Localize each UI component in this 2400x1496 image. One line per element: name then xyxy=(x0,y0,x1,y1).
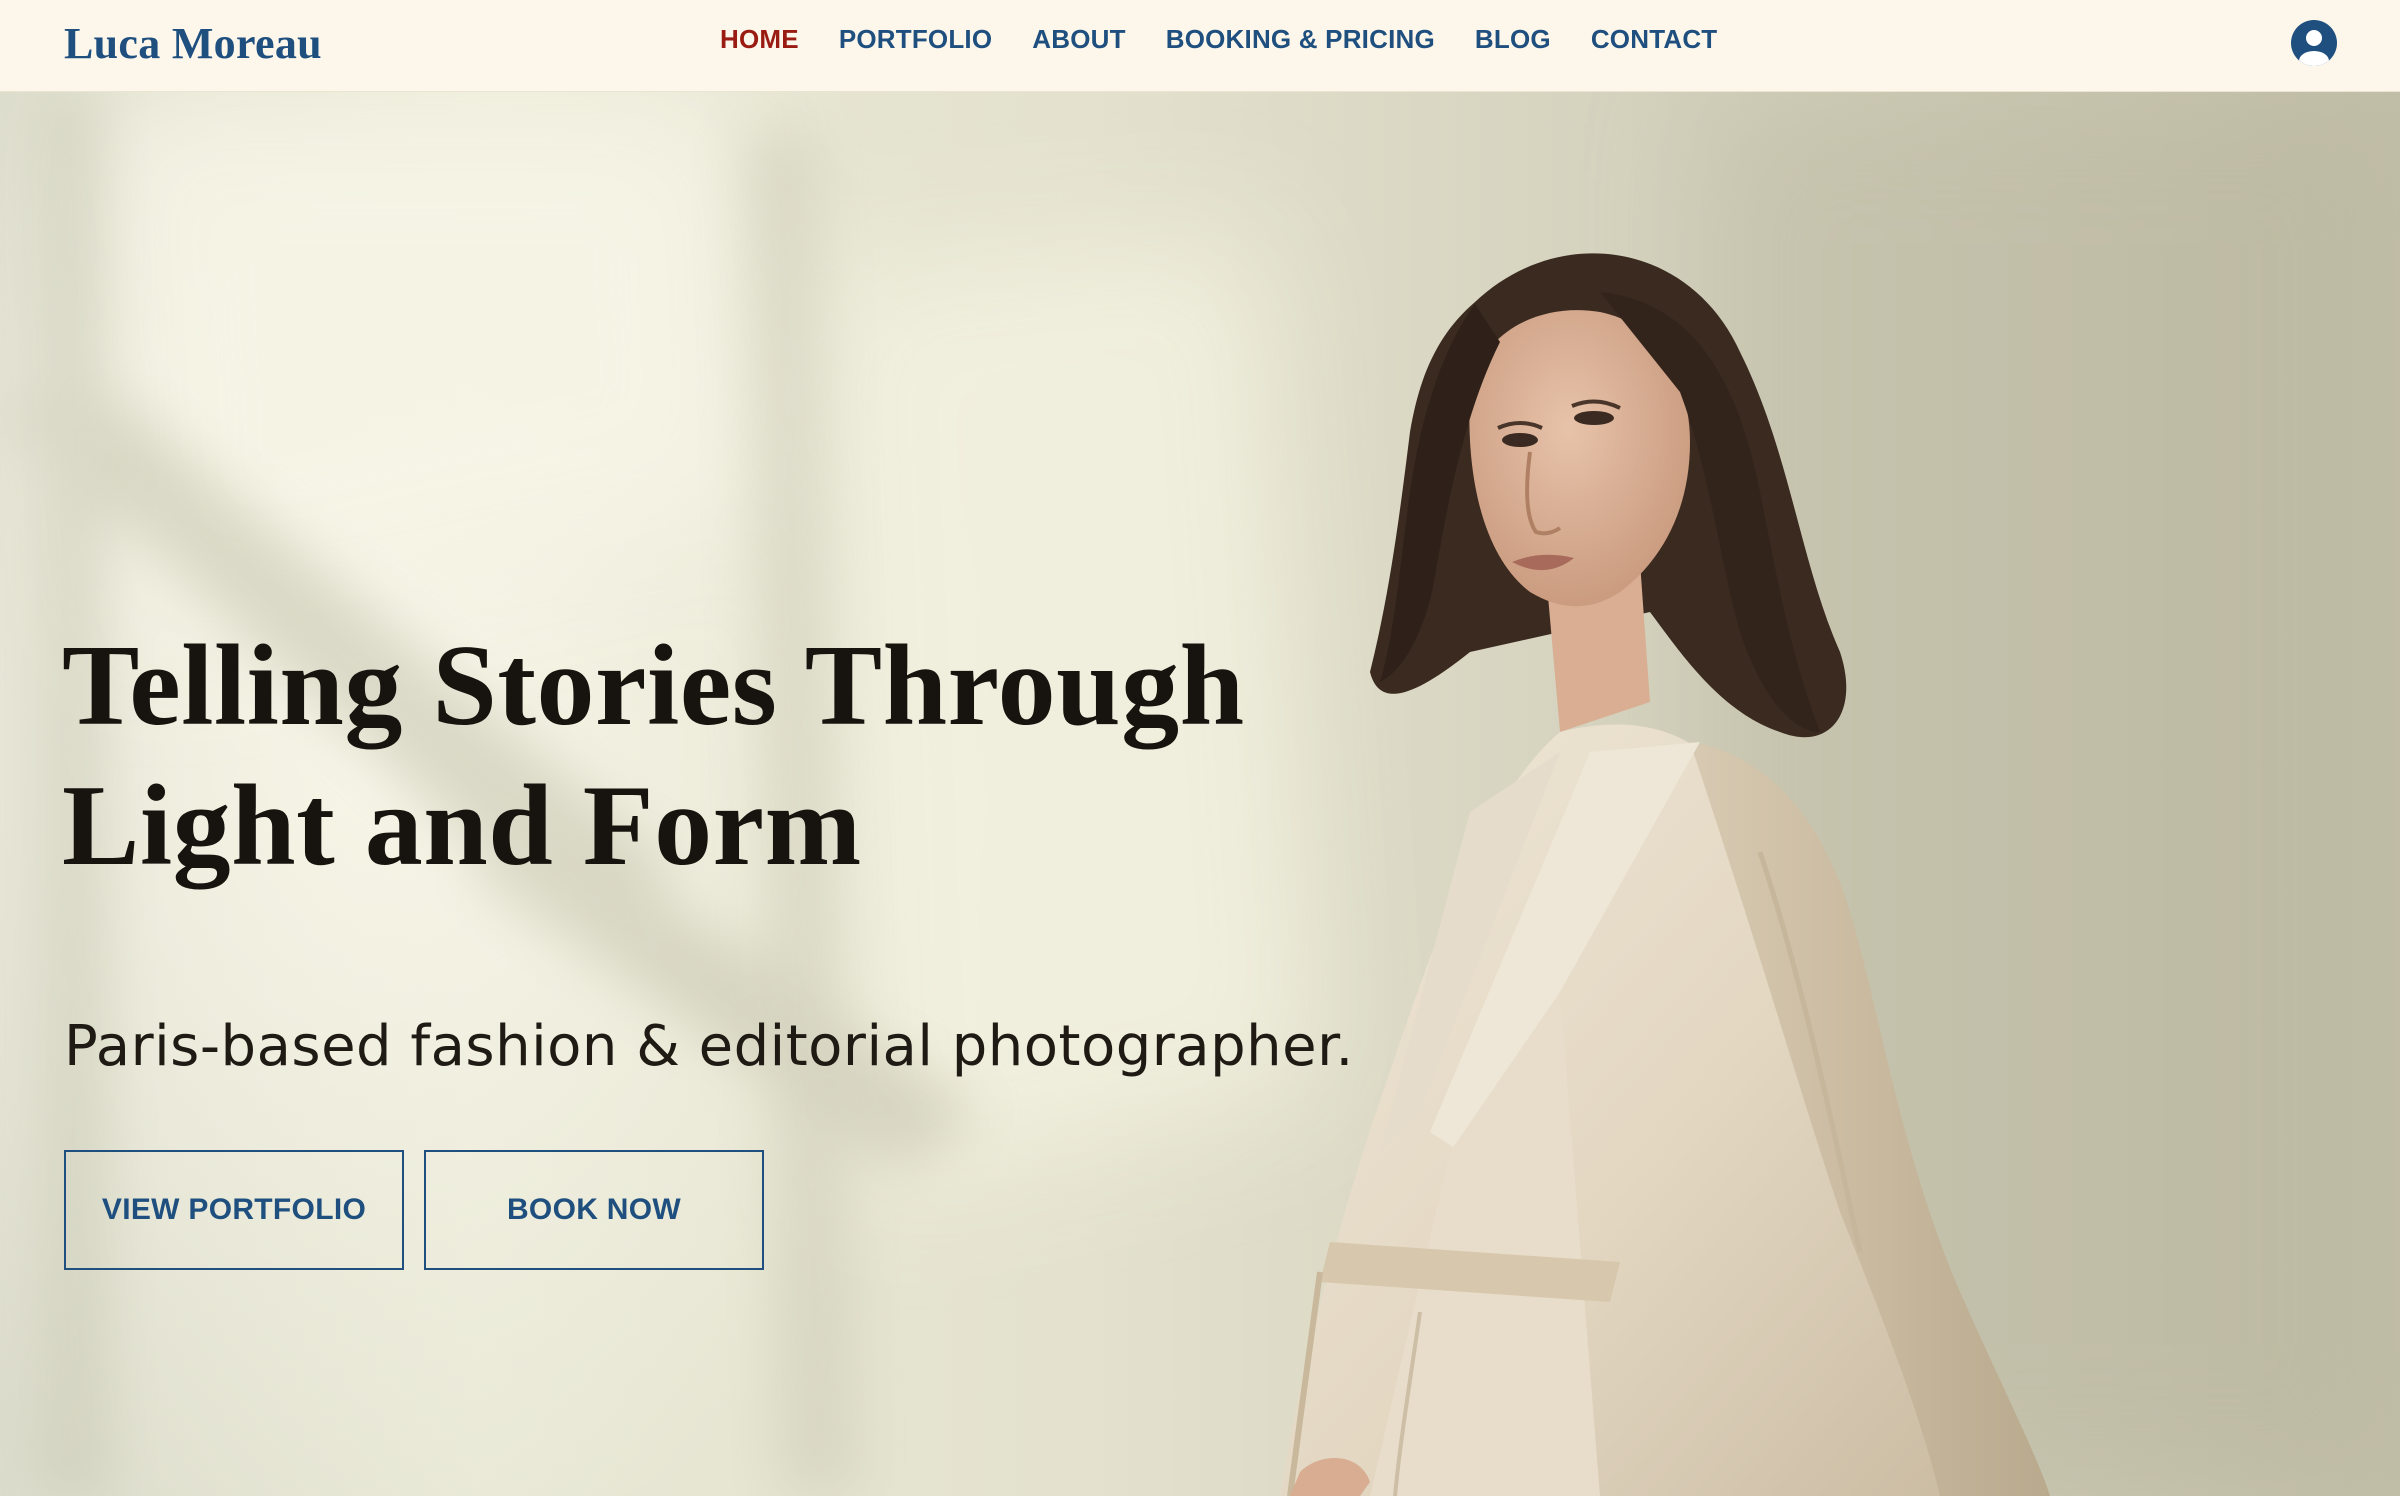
view-portfolio-button[interactable]: VIEW PORTFOLIO xyxy=(64,1150,404,1270)
nav-item-blog[interactable]: BLOG xyxy=(1475,24,1551,55)
hero-headline-line-1: Telling Stories Through xyxy=(62,622,1245,750)
nav-item-home[interactable]: HOME xyxy=(720,24,799,55)
main-nav: HOME PORTFOLIO ABOUT BOOKING & PRICING B… xyxy=(720,24,1717,55)
page: Luca Moreau HOME PORTFOLIO ABOUT BOOKING… xyxy=(0,0,2400,1496)
nav-item-portfolio[interactable]: PORTFOLIO xyxy=(839,24,992,55)
hero-headline: Telling Stories Through Light and Form xyxy=(62,616,1462,896)
hero-headline-line-2: Light and Form xyxy=(62,762,862,890)
nav-item-contact[interactable]: CONTACT xyxy=(1591,24,1718,55)
nav-item-about[interactable]: ABOUT xyxy=(1032,24,1125,55)
nav-item-booking-pricing[interactable]: BOOKING & PRICING xyxy=(1166,24,1435,55)
site-logo[interactable]: Luca Moreau xyxy=(64,18,322,69)
user-account-icon[interactable] xyxy=(2288,17,2340,69)
hero-section: Telling Stories Through Light and Form P… xyxy=(0,92,2400,1496)
site-header: Luca Moreau HOME PORTFOLIO ABOUT BOOKING… xyxy=(0,0,2400,92)
book-now-button[interactable]: BOOK NOW xyxy=(424,1150,764,1270)
hero-subheadline: Paris-based fashion & editorial photogra… xyxy=(64,1014,1354,1079)
